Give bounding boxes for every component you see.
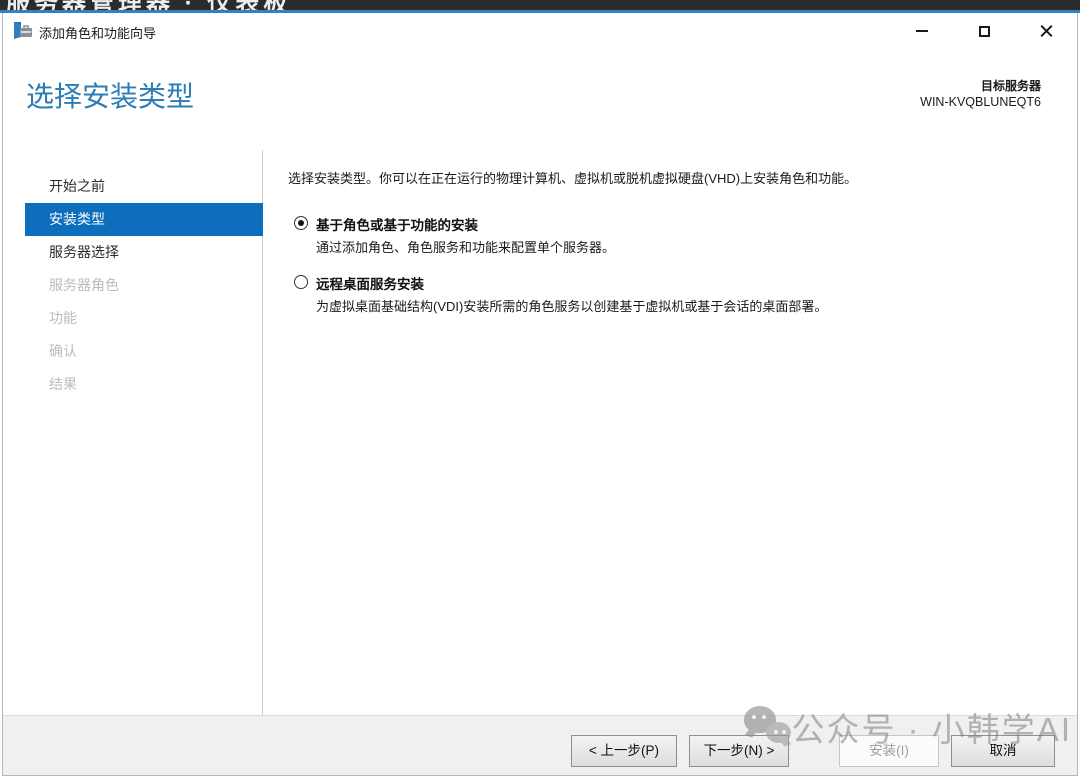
cancel-button[interactable]: 取消 [951, 735, 1055, 767]
maximize-button[interactable] [953, 13, 1015, 49]
window-title: 添加角色和功能向导 [39, 23, 156, 42]
next-button[interactable]: 下一步(N) > [689, 735, 789, 767]
option-remote-desktop-description: 为虚拟桌面基础结构(VDI)安装所需的角色服务以创建基于虚拟机或基于会话的桌面部… [316, 296, 1036, 315]
radio-dot [298, 220, 304, 226]
background-window-strip: 服务器管理器 · 仪表板 [0, 0, 1080, 10]
sidebar-item-before-you-begin[interactable]: 开始之前 [25, 170, 263, 203]
option-remote-desktop-label[interactable]: 远程桌面服务安装 [316, 273, 424, 293]
radio-remote-desktop[interactable] [294, 275, 308, 289]
sidebar-item-confirmation: 确认 [25, 335, 263, 368]
target-server-label: 目标服务器 [920, 79, 1041, 94]
sidebar-item-results: 结果 [25, 368, 263, 401]
sidebar-item-installation-type[interactable]: 安装类型 [25, 203, 263, 236]
wizard-footer: < 上一步(P) 下一步(N) > 安装(I) 取消 [3, 715, 1077, 775]
wizard-window: 添加角色和功能向导 选择安装类型 目标服务器 WIN-KVQBLUNEQT6 开… [2, 13, 1078, 776]
background-window-title: 服务器管理器 · 仪表板 [6, 0, 291, 10]
sidebar-item-server-roles: 服务器角色 [25, 269, 263, 302]
target-server-name: WIN-KVQBLUNEQT6 [920, 94, 1041, 110]
wizard-toolbox-icon [14, 22, 32, 39]
option-role-based-description: 通过添加角色、角色服务和功能来配置单个服务器。 [316, 237, 1036, 256]
target-server-block: 目标服务器 WIN-KVQBLUNEQT6 [920, 79, 1041, 110]
wizard-content: 开始之前 安装类型 服务器选择 服务器角色 功能 确认 结果 选择安装类型。你可… [3, 150, 1077, 717]
close-icon [1040, 25, 1053, 38]
maximize-icon [979, 26, 990, 37]
minimize-icon [916, 30, 928, 32]
option-role-based-label[interactable]: 基于角色或基于功能的安装 [316, 214, 478, 234]
sidebar-item-features: 功能 [25, 302, 263, 335]
intro-text: 选择安装类型。你可以在正在运行的物理计算机、虚拟机或脱机虚拟硬盘(VHD)上安装… [288, 168, 1054, 187]
close-button[interactable] [1015, 13, 1077, 49]
installation-type-pane: 选择安装类型。你可以在正在运行的物理计算机、虚拟机或脱机虚拟硬盘(VHD)上安装… [288, 150, 1058, 717]
radio-role-based[interactable] [294, 216, 308, 230]
previous-button[interactable]: < 上一步(P) [571, 735, 677, 767]
title-bar: 添加角色和功能向导 [3, 13, 1077, 49]
page-title: 选择安装类型 [26, 75, 194, 115]
wizard-steps-sidebar: 开始之前 安装类型 服务器选择 服务器角色 功能 确认 结果 [3, 150, 263, 717]
sidebar-item-server-selection[interactable]: 服务器选择 [25, 236, 263, 269]
install-button: 安装(I) [839, 735, 939, 767]
minimize-button[interactable] [891, 13, 953, 49]
